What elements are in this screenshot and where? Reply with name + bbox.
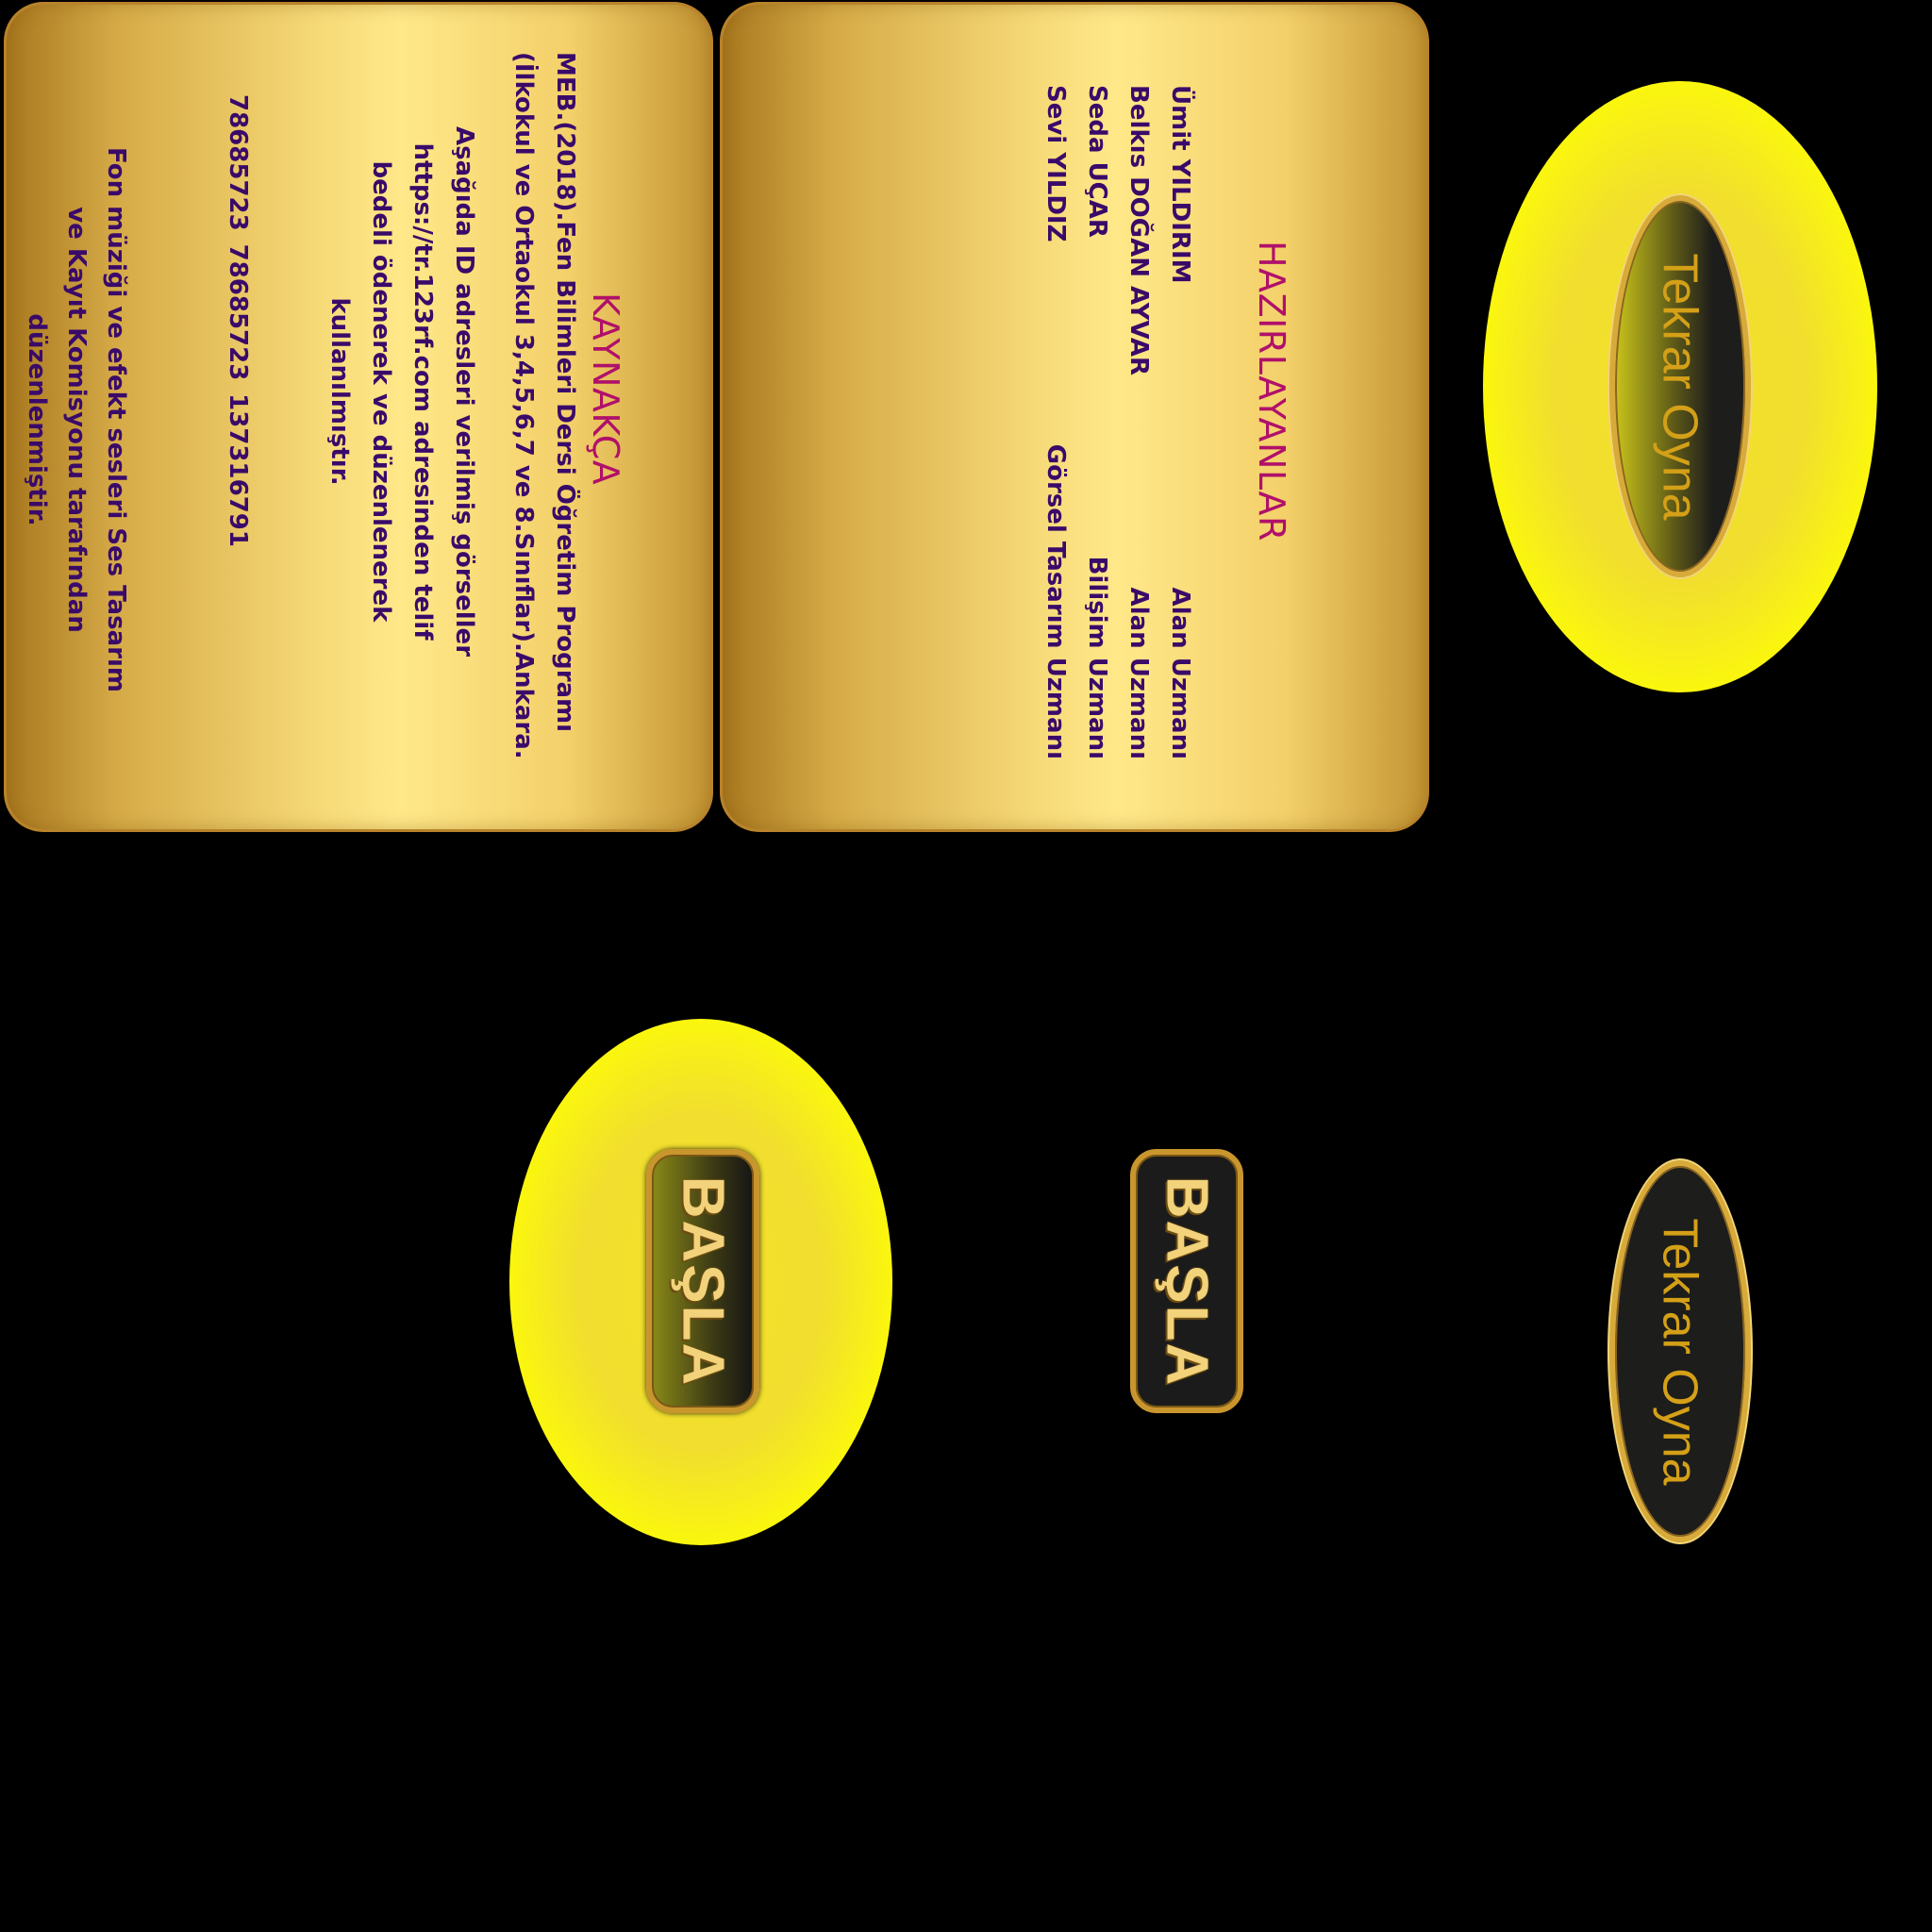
- image-id: 78685723: [224, 243, 252, 381]
- credits-roles: Alan Uzmanı Alan Uzmanı Bilişim Uzmanı G…: [1035, 302, 1201, 759]
- credits-panel: HAZIRLAYANLAR Ümit YILDIRIM Belkıs DOĞAN…: [720, 2, 1429, 832]
- replay-button-label: Tekrar Oyna: [1653, 252, 1707, 521]
- replay-button-label: Tekrar Oyna: [1653, 1217, 1707, 1486]
- credit-role: Alan Uzmanı: [1124, 587, 1153, 759]
- sound-credit-note: Fon müziği ve efekt sesleri Ses Tasarım …: [23, 147, 130, 692]
- image-credit-note: Aşağıda ID adresleri verilmiş görseller …: [325, 125, 478, 658]
- replay-button-hover[interactable]: Tekrar Oyna: [1609, 195, 1751, 577]
- credit-role: Görsel Tasarım Uzmanı: [1041, 443, 1070, 759]
- replay-button[interactable]: Tekrar Oyna: [1609, 1160, 1751, 1542]
- start-button[interactable]: BAŞLA: [1130, 1149, 1243, 1413]
- reference-citation: MEB.(2018).Fen Bilimleri Dersi Öğretim P…: [509, 52, 579, 759]
- credit-role: Alan Uzmanı: [1166, 587, 1194, 759]
- image-id-list: 78685723 78685723 137316791: [217, 94, 258, 547]
- image-id: 78685723: [224, 94, 252, 231]
- start-button-label: BAŞLA: [670, 1175, 736, 1387]
- references-panel: KAYNAKÇA MEB.(2018).Fen Bilimleri Dersi …: [4, 2, 713, 832]
- start-button-hover[interactable]: BAŞLA: [646, 1149, 759, 1413]
- references-title: KAYNAKÇA: [585, 292, 626, 486]
- image-id: 137316791: [224, 393, 252, 547]
- credit-role: Bilişim Uzmanı: [1083, 556, 1111, 759]
- start-button-label: BAŞLA: [1154, 1175, 1220, 1387]
- credits-title: HAZIRLAYANLAR: [1251, 241, 1292, 541]
